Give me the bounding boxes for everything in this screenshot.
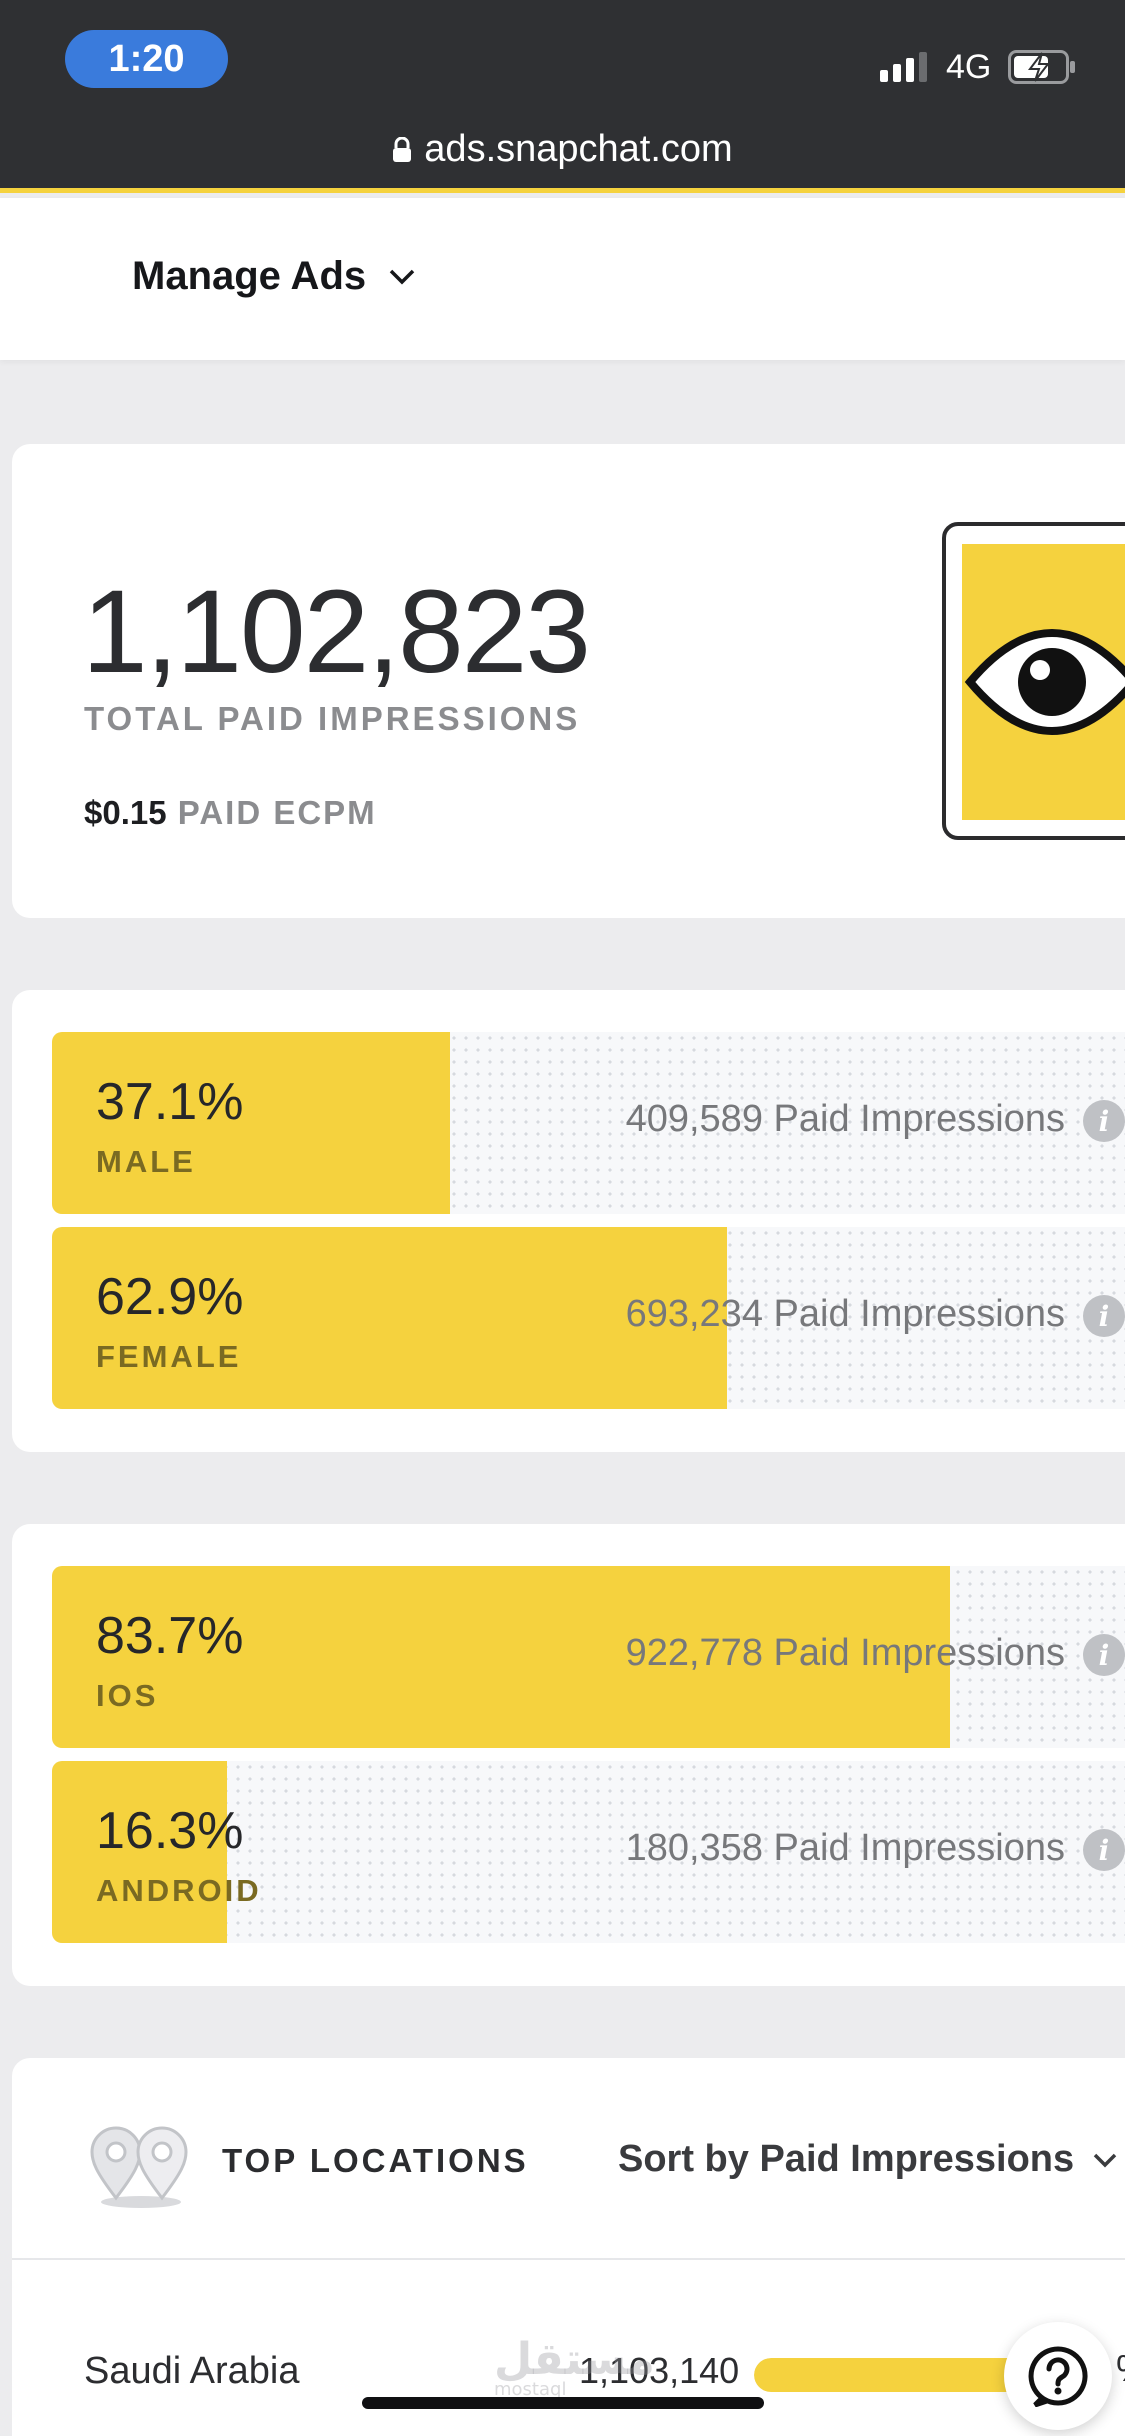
android-impressions: 180,358 Paid Impressions [626, 1827, 1065, 1870]
female-impressions: 693,234 Paid Impressions [626, 1293, 1065, 1336]
eye-icon [964, 629, 1125, 735]
manage-ads-label: Manage Ads [132, 254, 367, 298]
android-percent: 16.3% [96, 1802, 244, 1860]
help-button[interactable] [1004, 2322, 1112, 2430]
watermark-text: مستقل [494, 2334, 655, 2385]
url-text: ads.snapchat.com [424, 128, 733, 170]
ad-preview-phone [942, 522, 1125, 840]
watermark-logo: مستقل mostaql [494, 2334, 655, 2400]
ios-percent: 83.7% [96, 1607, 244, 1665]
chevron-down-icon [1093, 2153, 1117, 2167]
android-impressions-value: 180,358 [625, 1827, 763, 1869]
sort-dropdown[interactable]: Sort by Paid Impressions [618, 2138, 1118, 2181]
female-impressions-value: 693,234 [625, 1293, 763, 1335]
female-label: FEMALE [96, 1339, 242, 1374]
gender-breakdown-card: 37.1% MALE 409,589 Paid Impressions i 62… [12, 990, 1125, 1452]
info-icon[interactable]: i [1083, 1829, 1125, 1871]
chevron-down-icon [389, 269, 415, 284]
status-time: 1:20 [65, 30, 228, 88]
ecpm-line: $0.15 PAID ECPM [84, 794, 377, 832]
gender-row-male[interactable]: 37.1% MALE 409,589 Paid Impressions i [52, 1032, 1125, 1214]
male-impressions: 409,589 Paid Impressions [626, 1098, 1065, 1141]
male-percent: 37.1% [96, 1073, 244, 1131]
impressions-summary-card: 1,102,823 TOTAL PAID IMPRESSIONS $0.15 P… [12, 444, 1125, 918]
total-impressions-label: TOTAL PAID IMPRESSIONS [84, 700, 581, 737]
android-label: ANDROID [96, 1873, 262, 1908]
ios-label: IOS [96, 1678, 159, 1713]
signal-icon [880, 52, 927, 82]
male-impressions-label: Paid Impressions [773, 1098, 1065, 1140]
ios-impressions-label: Paid Impressions [773, 1632, 1065, 1674]
url-bar[interactable]: ads.snapchat.com [0, 128, 1125, 171]
gender-row-female[interactable]: 62.9% FEMALE 693,234 Paid Impressions i [52, 1227, 1125, 1409]
lock-icon [393, 136, 412, 162]
female-percent: 62.9% [96, 1268, 244, 1326]
ios-impressions-value: 922,778 [625, 1632, 763, 1674]
help-question-icon [1028, 2346, 1088, 2407]
male-label: MALE [96, 1144, 196, 1179]
info-icon[interactable]: i [1083, 1634, 1125, 1676]
manage-ads-dropdown[interactable]: Manage Ads [132, 254, 416, 299]
divider [12, 2258, 1125, 2260]
info-icon[interactable]: i [1083, 1100, 1125, 1142]
ios-impressions: 922,778 Paid Impressions [626, 1632, 1065, 1675]
battery-charging-icon [1008, 50, 1075, 84]
location-pins-icon [90, 2126, 188, 2208]
network-type: 4G [946, 48, 992, 86]
info-icon[interactable]: i [1083, 1295, 1125, 1337]
platform-breakdown-card: 83.7% IOS 922,778 Paid Impressions i 16.… [12, 1524, 1125, 1986]
female-impressions-label: Paid Impressions [773, 1293, 1065, 1335]
location-name: Saudi Arabia [84, 2350, 300, 2392]
top-locations-title: TOP LOCATIONS [222, 2142, 529, 2179]
male-impressions-value: 409,589 [625, 1098, 763, 1140]
ecpm-label: PAID ECPM [177, 794, 377, 831]
page-header: Manage Ads [0, 198, 1125, 360]
platform-row-android[interactable]: 16.3% ANDROID 180,358 Paid Impressions i [52, 1761, 1125, 1943]
home-indicator [362, 2397, 764, 2409]
platform-row-ios[interactable]: 83.7% IOS 922,778 Paid Impressions i [52, 1566, 1125, 1748]
browser-chrome: 1:20 4G ads.snapchat.com [0, 0, 1125, 193]
android-impressions-label: Paid Impressions [773, 1827, 1065, 1869]
ad-preview-screen [962, 544, 1125, 820]
ecpm-value: $0.15 [84, 794, 167, 831]
total-impressions-value: 1,102,823 [82, 566, 591, 698]
location-percent: % [1116, 2348, 1125, 2391]
sort-label: Sort by Paid Impressions [618, 2138, 1075, 2180]
